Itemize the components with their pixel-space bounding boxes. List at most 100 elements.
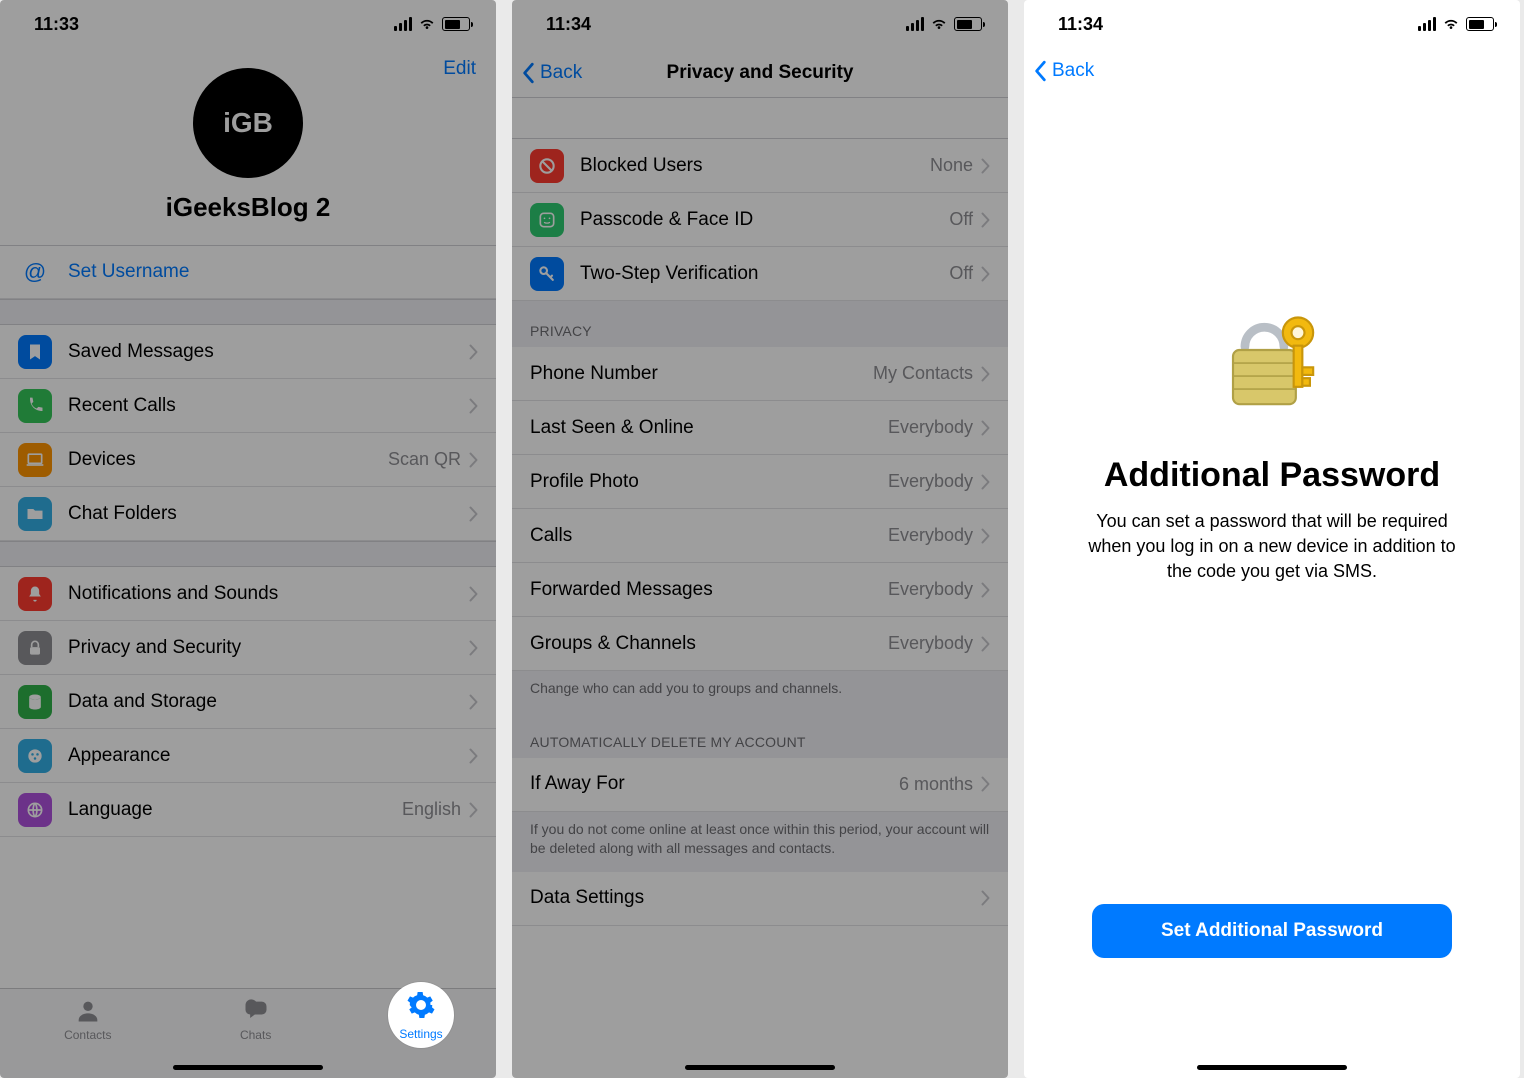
row-profile-photo[interactable]: Profile Photo Everybody [512, 455, 1008, 509]
page-title: Privacy and Security [667, 62, 854, 84]
row-value: English [402, 799, 461, 820]
row-phone-number[interactable]: Phone Number My Contacts [512, 347, 1008, 401]
auto-delete-footer: If you do not come online at least once … [512, 812, 1008, 872]
at-icon: @ [18, 259, 52, 285]
status-bar: 11:34 [512, 0, 1008, 48]
signal-icon [394, 17, 412, 31]
content: Additional Password You can set a passwo… [1024, 98, 1520, 1078]
row-value: Everybody [888, 633, 973, 654]
home-indicator[interactable] [685, 1065, 835, 1070]
status-time: 11:34 [1058, 14, 1103, 35]
row-devices[interactable]: Devices Scan QR [0, 433, 496, 487]
chevron-right-icon [981, 776, 990, 792]
row-label: Notifications and Sounds [68, 583, 469, 605]
contacts-icon [72, 997, 104, 1025]
row-value: 6 months [899, 774, 973, 795]
phone-icon [18, 389, 52, 423]
row-label: Forwarded Messages [530, 579, 888, 601]
chevron-right-icon [981, 266, 990, 282]
row-groups-channels[interactable]: Groups & Channels Everybody [512, 617, 1008, 671]
chevron-right-icon [469, 452, 478, 468]
row-label: Phone Number [530, 363, 873, 385]
row-chat-folders[interactable]: Chat Folders [0, 487, 496, 541]
row-language[interactable]: Language English [0, 783, 496, 837]
row-passcode-face-id[interactable]: Passcode & Face ID Off [512, 193, 1008, 247]
row-calls[interactable]: Calls Everybody [512, 509, 1008, 563]
row-forwarded-messages[interactable]: Forwarded Messages Everybody [512, 563, 1008, 617]
edit-button[interactable]: Edit [443, 58, 476, 80]
row-label: If Away For [530, 773, 899, 795]
globe-icon [18, 793, 52, 827]
row-saved-messages[interactable]: Saved Messages [0, 325, 496, 379]
tab-label: Contacts [64, 1028, 111, 1042]
screen-additional-password: 11:34 Back [1024, 0, 1520, 1078]
row-recent-calls[interactable]: Recent Calls [0, 379, 496, 433]
battery-icon [1466, 17, 1494, 31]
set-password-button[interactable]: Set Additional Password [1092, 904, 1452, 958]
chevron-right-icon [469, 640, 478, 656]
chevron-left-icon [1034, 60, 1048, 82]
row-last-seen-online[interactable]: Last Seen & Online Everybody [512, 401, 1008, 455]
signal-icon [1418, 17, 1436, 31]
chevron-right-icon [981, 158, 990, 174]
chevron-right-icon [981, 212, 990, 228]
screen-settings: 11:33 Edit iGB iGeeksBlog 2 @ Set Userna… [0, 0, 496, 1078]
status-icons [1418, 17, 1494, 31]
row-two-step-verification[interactable]: Two-Step Verification Off [512, 247, 1008, 301]
row-value: Everybody [888, 417, 973, 438]
row-label: Appearance [68, 745, 469, 767]
chevron-right-icon [981, 366, 990, 382]
status-time: 11:33 [34, 14, 79, 35]
row-value: My Contacts [873, 363, 973, 384]
back-label: Back [540, 62, 582, 84]
chevron-right-icon [469, 586, 478, 602]
nav-header: Back Privacy and Security [512, 48, 1008, 98]
row-label: Data Settings [530, 887, 981, 909]
nav-header: Back [1024, 48, 1520, 98]
row-data-and-storage[interactable]: Data and Storage [0, 675, 496, 729]
home-indicator[interactable] [1197, 1065, 1347, 1070]
chevron-right-icon [469, 694, 478, 710]
status-bar: 11:33 [0, 0, 496, 48]
row-label: Blocked Users [580, 155, 930, 177]
chevron-right-icon [981, 474, 990, 490]
description: You can set a password that will be requ… [1082, 509, 1462, 585]
back-button[interactable]: Back [1034, 60, 1094, 82]
chevron-right-icon [469, 398, 478, 414]
avatar[interactable]: iGB [193, 68, 303, 178]
row-privacy-and-security[interactable]: Privacy and Security [0, 621, 496, 675]
row-value: Off [949, 263, 973, 284]
back-button[interactable]: Back [522, 62, 582, 84]
row-label: Passcode & Face ID [580, 209, 949, 231]
home-indicator[interactable] [173, 1065, 323, 1070]
row-blocked-users[interactable]: Blocked Users None [512, 139, 1008, 193]
battery-icon [954, 17, 982, 31]
wifi-icon [418, 17, 436, 31]
chevron-right-icon [469, 802, 478, 818]
bell-icon [18, 577, 52, 611]
row-label: Privacy and Security [68, 637, 469, 659]
row-label: Data and Storage [68, 691, 469, 713]
chevron-right-icon [981, 528, 990, 544]
tab-settings-highlight[interactable]: Settings [388, 982, 454, 1048]
settings-icon [406, 990, 436, 1025]
screen-privacy: 11:34 Back Privacy and Security Blocked … [512, 0, 1008, 1078]
settings-list: @ Set Username Saved Messages Recent Cal… [0, 245, 496, 837]
row-appearance[interactable]: Appearance [0, 729, 496, 783]
laptop-icon [18, 443, 52, 477]
set-username-row[interactable]: @ Set Username [0, 245, 496, 299]
row-label: Recent Calls [68, 395, 469, 417]
data-settings-row[interactable]: Data Settings [512, 872, 1008, 926]
row-if-away-for[interactable]: If Away For 6 months [512, 758, 1008, 812]
wifi-icon [930, 17, 948, 31]
face-icon [530, 203, 564, 237]
chevron-right-icon [469, 506, 478, 522]
row-label: Language [68, 799, 402, 821]
row-label: Devices [68, 449, 388, 471]
bookmark-icon [18, 335, 52, 369]
title: Additional Password [1104, 456, 1440, 495]
profile-name: iGeeksBlog 2 [166, 192, 331, 223]
row-notifications-and-sounds[interactable]: Notifications and Sounds [0, 567, 496, 621]
row-value: Off [949, 209, 973, 230]
tab-contacts[interactable]: Contacts [64, 997, 111, 1078]
